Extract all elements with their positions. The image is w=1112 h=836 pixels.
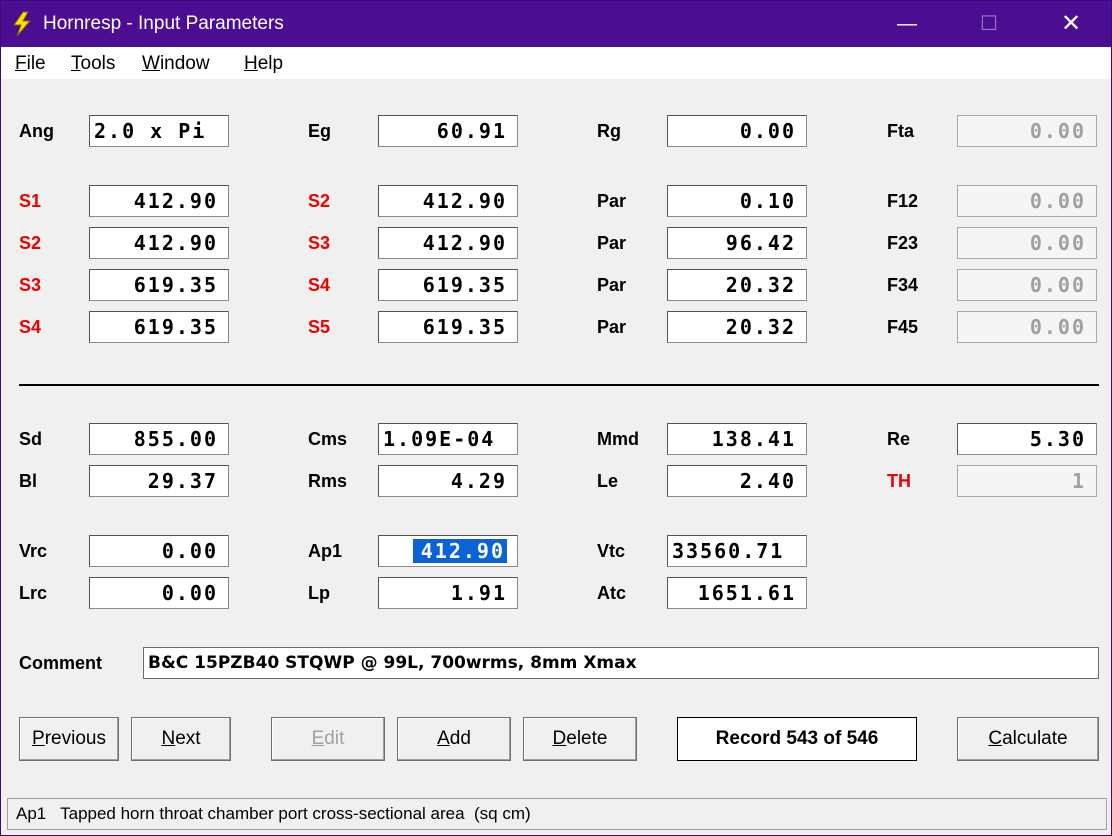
lp-field[interactable]: 1.91 <box>378 577 518 609</box>
f45-label: F45 <box>887 317 919 337</box>
menu-tools[interactable]: Tools <box>71 53 115 75</box>
par3-field[interactable]: 20.32 <box>667 269 807 301</box>
s2-field[interactable]: 412.90 <box>378 185 518 217</box>
f12-field[interactable]: 0.00 <box>957 185 1097 217</box>
title-bar[interactable]: Hornresp - Input Parameters — ☐ ✕ <box>1 1 1111 47</box>
par4-field[interactable]: 20.32 <box>667 311 807 343</box>
s2-label: S2 <box>19 233 42 253</box>
sd-field[interactable]: 855.00 <box>89 423 229 455</box>
previous-button[interactable]: Previous <box>19 717 119 761</box>
rg-field[interactable]: 0.00 <box>667 115 807 147</box>
calculate-button[interactable]: Calculate <box>957 717 1099 761</box>
s4-field[interactable]: 619.35 <box>378 269 518 301</box>
cms-label: Cms <box>308 429 348 449</box>
edit-button[interactable]: Edit <box>271 717 385 761</box>
f12-label: F12 <box>887 191 919 211</box>
f45-field[interactable]: 0.00 <box>957 311 1097 343</box>
rms-label: Rms <box>308 471 348 491</box>
ang-label: Ang <box>19 121 54 141</box>
rms-field[interactable]: 4.29 <box>378 465 518 497</box>
bl-field[interactable]: 29.37 <box>89 465 229 497</box>
s4-field[interactable]: 619.35 <box>89 311 229 343</box>
s4-label: S4 <box>308 275 331 295</box>
minimize-button[interactable]: — <box>867 1 947 47</box>
lp-label: Lp <box>308 583 330 603</box>
eg-label: Eg <box>308 121 332 141</box>
hornresp-window: Hornresp - Input Parameters — ☐ ✕ File T… <box>0 0 1112 836</box>
re-label: Re <box>887 429 911 449</box>
menu-bar: File Tools Window Help <box>1 47 1111 79</box>
th-field[interactable]: 1 <box>957 465 1097 497</box>
f23-label: F23 <box>887 233 919 253</box>
vrc-label: Vrc <box>19 541 48 561</box>
par4-label: Par <box>597 317 627 337</box>
ap1-field[interactable]: 412.90 <box>378 535 518 567</box>
s5-label: S5 <box>308 317 331 337</box>
comment-field[interactable]: B&C 15PZB40 STQWP @ 99L, 700wrms, 8mm Xm… <box>143 647 1099 679</box>
fta-label: Fta <box>887 121 914 141</box>
mmd-field[interactable]: 138.41 <box>667 423 807 455</box>
s1-label: S1 <box>19 191 42 211</box>
s1-field[interactable]: 412.90 <box>89 185 229 217</box>
par1-label: Par <box>597 191 627 211</box>
s5-field[interactable]: 619.35 <box>378 311 518 343</box>
s2-field[interactable]: 412.90 <box>89 227 229 259</box>
comment-label: Comment <box>19 653 103 673</box>
add-button[interactable]: Add <box>397 717 511 761</box>
f34-label: F34 <box>887 275 919 295</box>
bl-label: Bl <box>19 471 37 491</box>
s3-field[interactable]: 619.35 <box>89 269 229 301</box>
re-field[interactable]: 5.30 <box>957 423 1097 455</box>
le-label: Le <box>597 471 619 491</box>
s4-label: S4 <box>19 317 42 337</box>
ang-field[interactable]: 2.0 x Pi <box>89 115 229 147</box>
s2-label: S2 <box>308 191 331 211</box>
menu-window[interactable]: Window <box>142 53 210 75</box>
f34-field[interactable]: 0.00 <box>957 269 1097 301</box>
delete-button[interactable]: Delete <box>523 717 637 761</box>
input-parameters-panel: Ang 2.0 x Pi Eg 60.91 Rg 0.00 Fta 0.00 S… <box>1 79 1111 797</box>
vtc-field[interactable]: 33560.71 <box>667 535 807 567</box>
close-button[interactable]: ✕ <box>1031 1 1111 47</box>
ap1-selected-value: 412.90 <box>412 539 507 563</box>
status-bar: Ap1 Tapped horn throat chamber port cros… <box>7 798 1107 830</box>
par2-field[interactable]: 96.42 <box>667 227 807 259</box>
section-divider <box>19 384 1099 386</box>
vrc-field[interactable]: 0.00 <box>89 535 229 567</box>
menu-file[interactable]: File <box>15 53 46 75</box>
cms-field[interactable]: 1.09E-04 <box>378 423 518 455</box>
lightning-bolt-icon <box>13 11 32 37</box>
s3-field[interactable]: 412.90 <box>378 227 518 259</box>
record-counter: Record 543 of 546 <box>677 717 917 761</box>
window-title: Hornresp - Input Parameters <box>43 13 284 34</box>
s3-label: S3 <box>308 233 331 253</box>
vtc-label: Vtc <box>597 541 626 561</box>
fta-field[interactable]: 0.00 <box>957 115 1097 147</box>
atc-label: Atc <box>597 583 627 603</box>
eg-field[interactable]: 60.91 <box>378 115 518 147</box>
atc-field[interactable]: 1651.61 <box>667 577 807 609</box>
maximize-button[interactable]: ☐ <box>949 1 1029 47</box>
le-field[interactable]: 2.40 <box>667 465 807 497</box>
menu-help[interactable]: Help <box>244 53 283 75</box>
rg-label: Rg <box>597 121 621 141</box>
ap1-label: Ap1 <box>308 541 343 561</box>
par2-label: Par <box>597 233 627 253</box>
f23-field[interactable]: 0.00 <box>957 227 1097 259</box>
mmd-label: Mmd <box>597 429 639 449</box>
par1-field[interactable]: 0.10 <box>667 185 807 217</box>
s3-label: S3 <box>19 275 42 295</box>
lrc-label: Lrc <box>19 583 48 603</box>
sd-label: Sd <box>19 429 43 449</box>
lrc-field[interactable]: 0.00 <box>89 577 229 609</box>
par3-label: Par <box>597 275 627 295</box>
next-button[interactable]: Next <box>131 717 231 761</box>
th-label: TH <box>887 471 911 491</box>
